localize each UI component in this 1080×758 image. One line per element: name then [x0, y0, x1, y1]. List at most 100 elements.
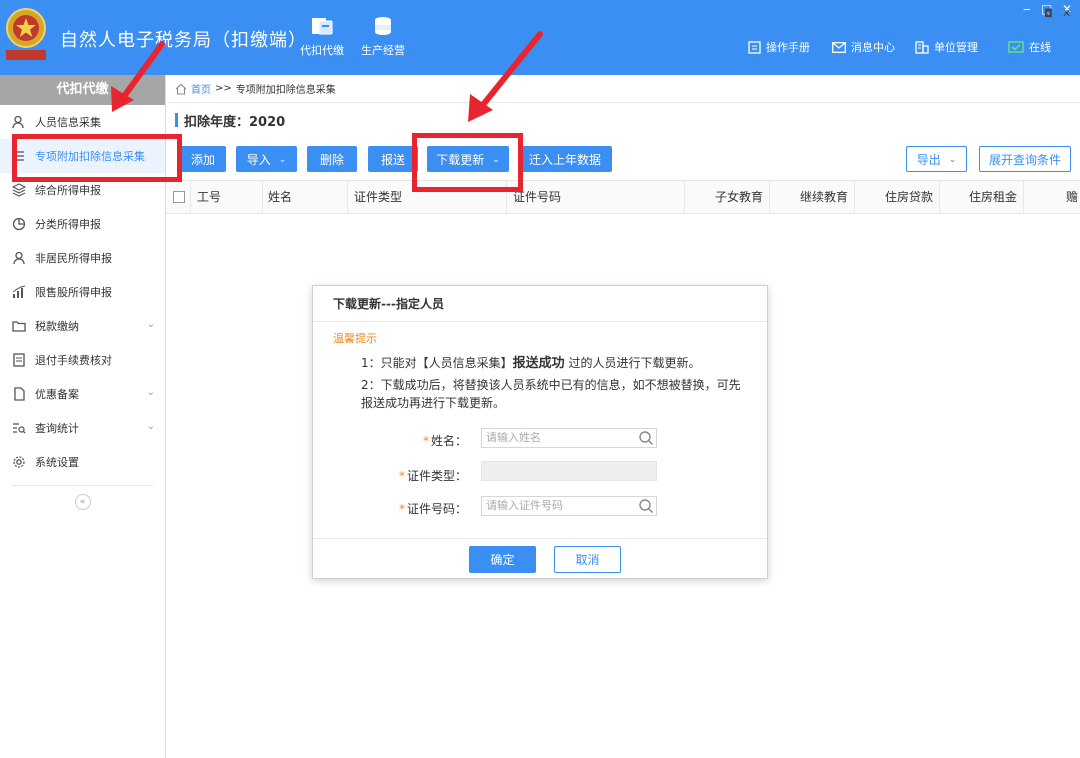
dialog-divider — [313, 538, 767, 539]
column-header[interactable]: 子女教育 — [685, 181, 770, 213]
cancel-button[interactable]: 取消 — [554, 546, 621, 573]
required-mark: * — [422, 434, 429, 448]
confirm-button[interactable]: 确定 — [469, 546, 536, 573]
select-all-checkbox[interactable] — [166, 181, 191, 213]
breadcrumb: 首页 >> 专项附加扣除信息采集 — [167, 75, 1080, 103]
name-input[interactable]: 请输入姓名 — [481, 428, 657, 448]
sidebar-item-refund-fee[interactable]: 退付手续费核对 — [0, 343, 165, 377]
year-accent-bar — [175, 113, 178, 127]
sidebar-item-preferential-filing[interactable]: 优惠备案 ⌄ — [0, 377, 165, 411]
chevron-down-icon: ⌄ — [146, 319, 155, 330]
import-button[interactable]: 导入 ⌄ — [236, 146, 297, 172]
export-label: 导出 — [916, 152, 941, 167]
home-icon[interactable] — [175, 83, 187, 95]
download-update-dialog: 下载更新---指定人员 温馨提示 1：只能对【人员信息采集】报送成功 过的人员进… — [312, 285, 768, 579]
migrate-last-year-button[interactable]: 迁入上年数据 — [518, 146, 612, 172]
add-button[interactable]: 添加 — [180, 146, 226, 172]
column-header[interactable]: 赡 — [1024, 181, 1080, 213]
sidebar-item-label: 退付手续费核对 — [35, 354, 112, 367]
sidebar-header: 代扣代缴 — [0, 75, 165, 105]
database-icon — [375, 17, 391, 35]
manual-link[interactable]: 操作手册 — [748, 39, 810, 55]
idno-input[interactable]: 请输入证件号码 — [481, 496, 657, 516]
pie-icon — [12, 217, 26, 231]
sidebar-item-label: 非居民所得申报 — [35, 252, 112, 265]
idtype-select[interactable] — [481, 461, 657, 481]
search-icon[interactable] — [638, 498, 654, 514]
tax-emblem-logo — [6, 8, 46, 60]
sidebar-item-label: 综合所得申报 — [35, 184, 101, 197]
sidebar-item-label: 系统设置 — [35, 456, 79, 469]
expand-query-button[interactable]: 展开查询条件 — [979, 146, 1071, 172]
idtype-label-text: 证件类型： — [406, 469, 467, 483]
chevron-down-icon: ⌄ — [146, 421, 155, 432]
tab-close-button[interactable]: ✕ — [1062, 7, 1071, 20]
name-label-text: 姓名： — [430, 434, 467, 448]
breadcrumb-current: 专项附加扣除信息采集 — [235, 85, 336, 96]
online-label: 在线 — [1029, 41, 1051, 54]
tab-restore-button[interactable]: ◘ — [1044, 7, 1053, 20]
table-header: 工号 姓名 证件类型 证件号码 子女教育 继续教育 住房贷款 住房租金 赡 — [166, 180, 1080, 214]
sidebar-item-restricted-stock[interactable]: 限售股所得申报 — [0, 275, 165, 309]
column-header[interactable]: 姓名 — [263, 181, 348, 213]
search-list-icon — [13, 423, 26, 434]
idno-field-label: * 证件号码： — [357, 500, 467, 517]
deduction-year-label: 扣除年度：2020 — [184, 114, 286, 130]
manual-label: 操作手册 — [766, 41, 810, 54]
folder-icon — [312, 18, 333, 35]
building-icon — [915, 40, 929, 54]
sidebar-item-nonresident-income[interactable]: 非居民所得申报 — [0, 241, 165, 275]
breadcrumb-home-link[interactable]: 首页 — [191, 81, 211, 96]
chevron-down-icon: ⌄ — [146, 387, 155, 398]
tip1-prefix: 1：只能对【人员信息采集】 — [361, 356, 513, 370]
top-nav-daikou[interactable]: 代扣代缴 — [294, 16, 350, 58]
dialog-title: 下载更新---指定人员 — [313, 286, 767, 322]
app-header: 自然人电子税务局（扣缴端） 代扣代缴 生产经营 操作手册 消息中心 单位管理 在… — [0, 0, 1080, 75]
sidebar-item-label: 分类所得申报 — [35, 218, 101, 231]
sidebar-item-tax-payment[interactable]: 税款缴纳 ⌄ — [0, 309, 165, 343]
column-header[interactable]: 住房租金 — [940, 181, 1024, 213]
tip-label: 温馨提示 — [333, 332, 377, 345]
sidebar-item-category-income[interactable]: 分类所得申报 — [0, 207, 165, 241]
online-status[interactable]: 在线 — [1008, 39, 1051, 55]
delete-button[interactable]: 删除 — [307, 146, 357, 172]
sidebar-item-label: 限售股所得申报 — [35, 286, 112, 299]
tip-line-1: 1：只能对【人员信息采集】报送成功 过的人员进行下载更新。 — [361, 352, 701, 371]
tip1-bold: 报送成功 — [512, 356, 565, 371]
message-center-link[interactable]: 消息中心 — [832, 39, 895, 55]
window-minimize-button[interactable]: ‒ — [1023, 2, 1031, 16]
user-icon — [13, 251, 25, 265]
tip1-suffix: 过的人员进行下载更新。 — [568, 356, 701, 370]
sidebar-item-system-settings[interactable]: 系统设置 — [0, 445, 165, 479]
name-placeholder: 请输入姓名 — [486, 431, 541, 444]
column-header[interactable]: 工号 — [191, 181, 263, 213]
sidebar-item-label: 查询统计 — [35, 422, 79, 435]
breadcrumb-separator: >> — [215, 83, 232, 94]
message-center-label: 消息中心 — [851, 41, 895, 54]
sidebar-item-label: 优惠备案 — [35, 388, 79, 401]
unit-management-link[interactable]: 单位管理 — [915, 39, 978, 55]
column-header[interactable]: 住房贷款 — [855, 181, 940, 213]
sidebar-item-label: 人员信息采集 — [35, 116, 101, 129]
sidebar-item-query-stats[interactable]: 查询统计 ⌄ — [0, 411, 165, 445]
sidebar-divider — [12, 485, 153, 486]
doc-icon — [13, 353, 25, 367]
highlight-box-sidebar — [12, 134, 182, 182]
tip-line-2: 2：下载成功后，将替换该人员系统中已有的信息，如不想被替换，可先报送成功再进行下… — [361, 378, 741, 410]
column-header[interactable]: 证件号码 — [507, 181, 685, 213]
idno-placeholder: 请输入证件号码 — [486, 499, 563, 512]
online-icon — [1008, 40, 1024, 53]
app-title: 自然人电子税务局（扣缴端） — [60, 30, 307, 51]
submit-button[interactable]: 报送 — [368, 146, 418, 172]
idno-label-text: 证件号码： — [406, 502, 467, 516]
column-header[interactable]: 继续教育 — [770, 181, 855, 213]
search-icon[interactable] — [638, 430, 654, 446]
required-mark: * — [398, 469, 405, 483]
export-button[interactable]: 导出 ⌄ — [906, 146, 967, 172]
name-field-label: * 姓名： — [357, 432, 467, 449]
unit-management-label: 单位管理 — [934, 41, 978, 54]
deduction-year: 扣除年度：2020 — [175, 110, 285, 130]
top-nav-shengchan[interactable]: 生产经营 — [355, 16, 411, 58]
idtype-field-label: * 证件类型： — [357, 467, 467, 484]
sidebar-collapse-button[interactable]: « — [74, 494, 91, 510]
